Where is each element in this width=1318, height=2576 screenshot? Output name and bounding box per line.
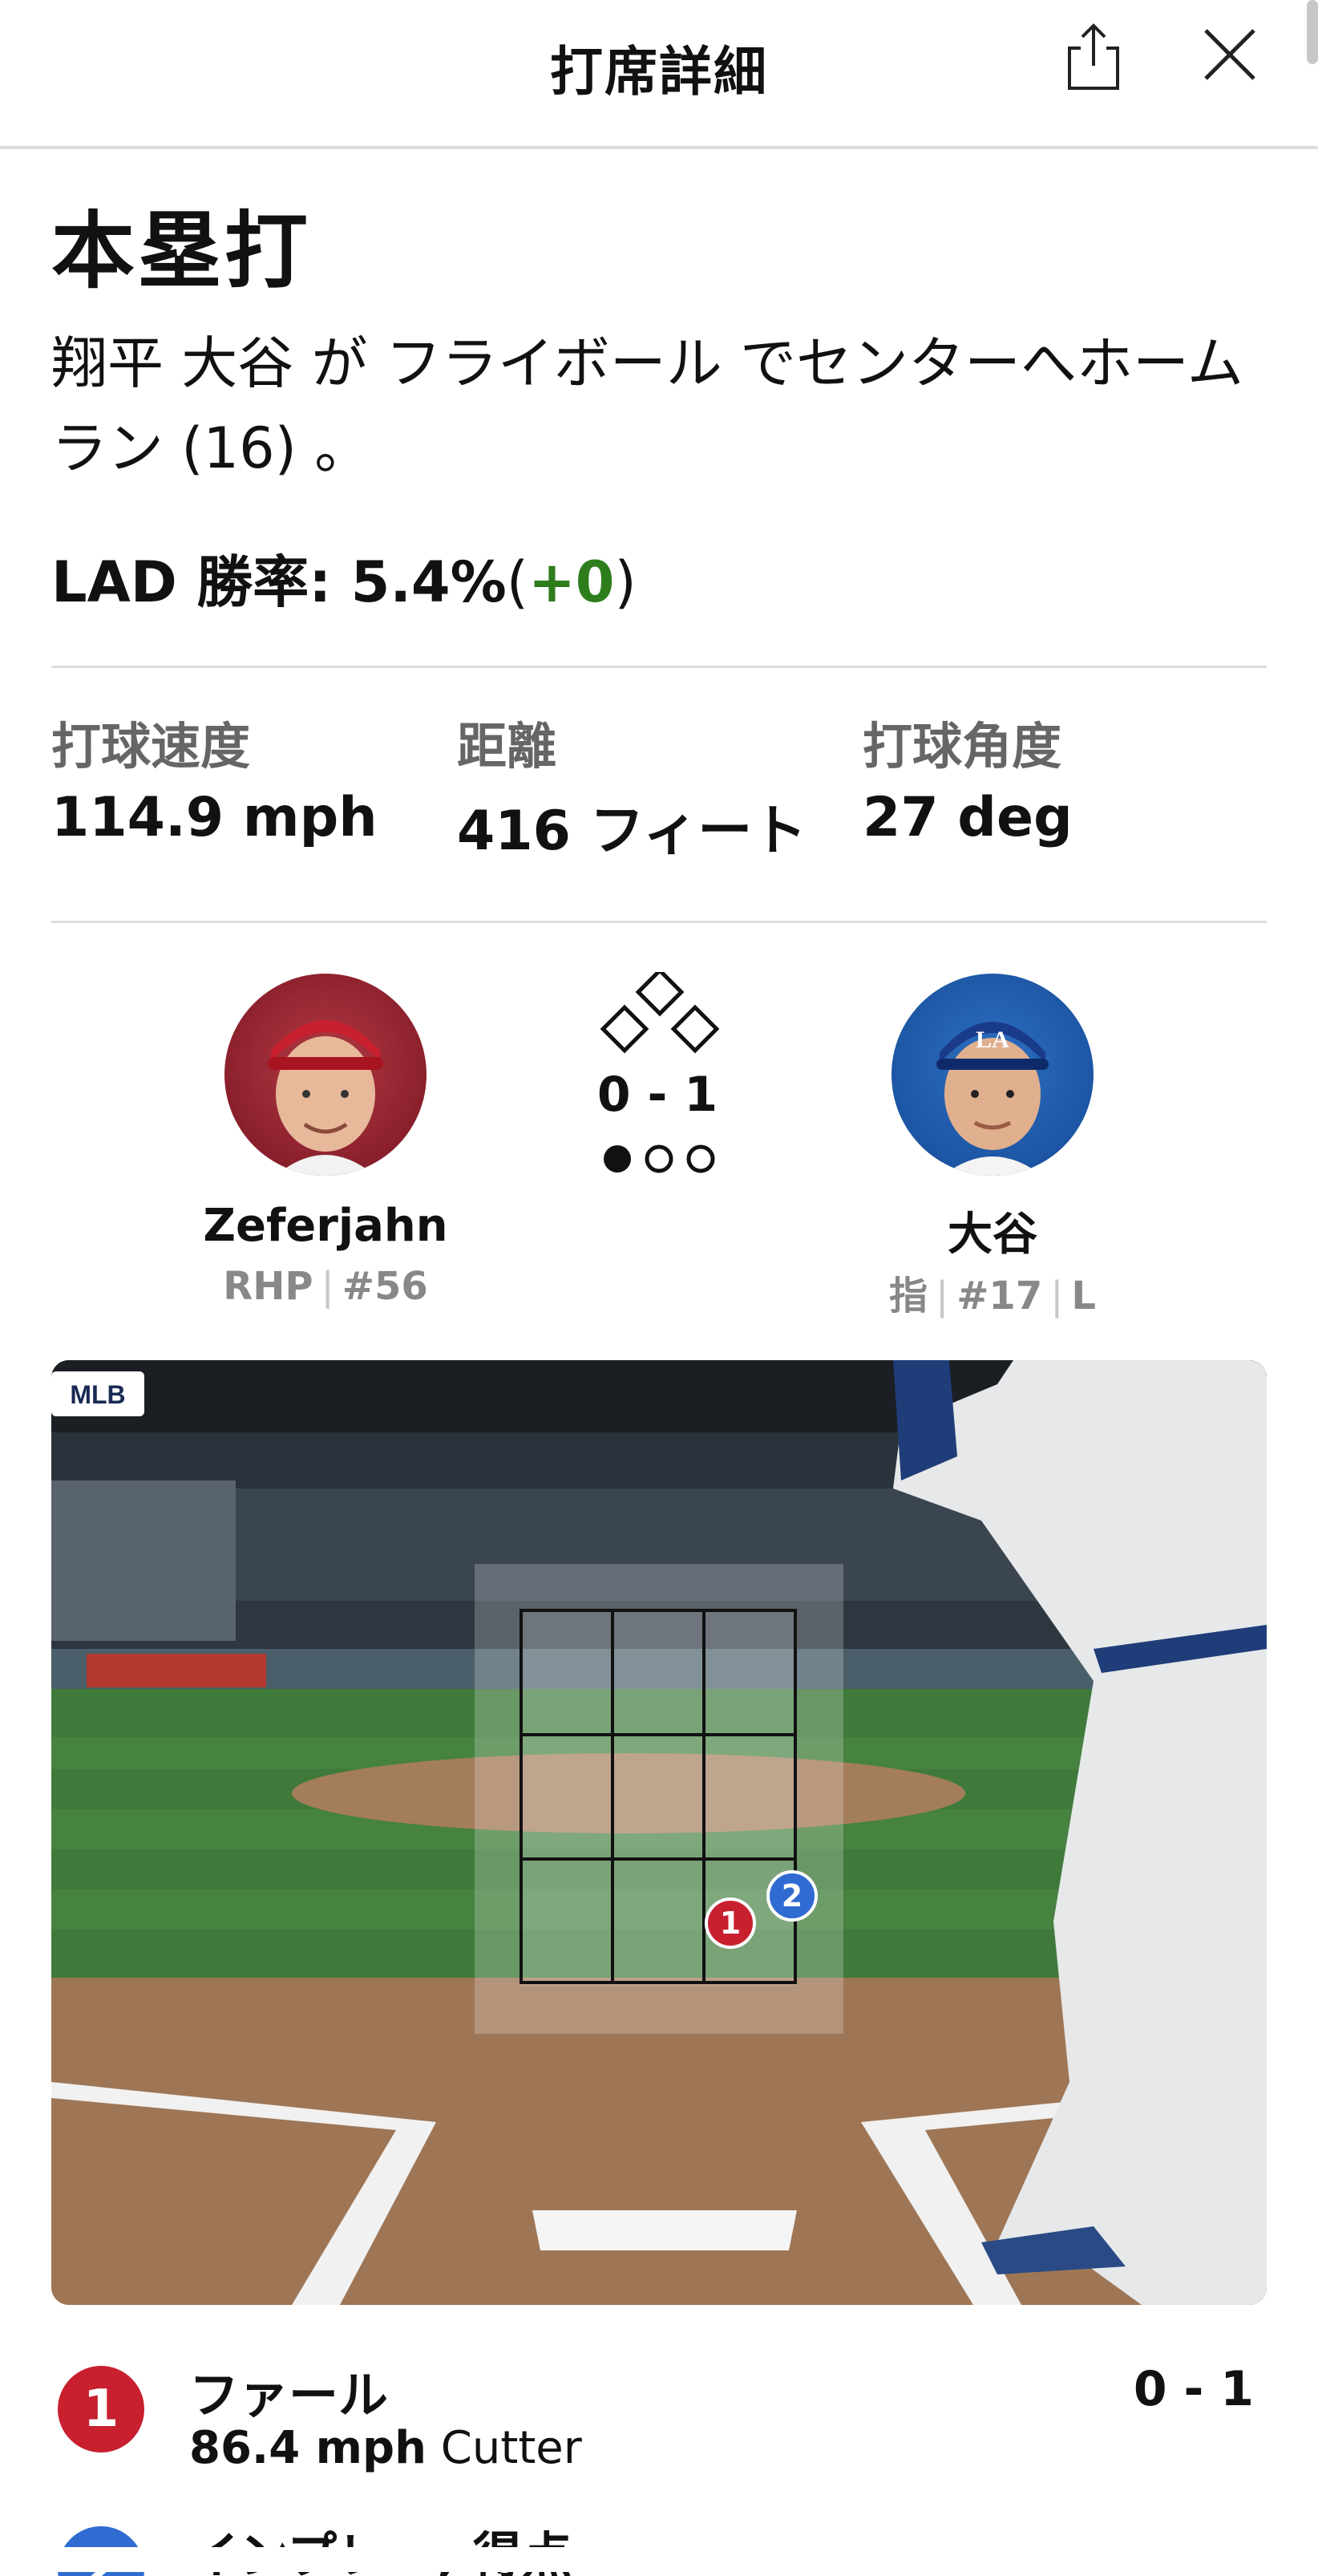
batter-headshot-icon: LA <box>936 1022 1049 1176</box>
pitch-type: Cutter <box>440 2422 582 2474</box>
bottom-safe-area <box>0 2547 1318 2572</box>
scroll-indicator[interactable] <box>1307 0 1318 64</box>
batter-number: #17 <box>956 1274 1043 1318</box>
share-button[interactable] <box>1060 21 1127 93</box>
pitcher-meta: RHP | #56 <box>173 1264 478 1309</box>
svg-text:LA: LA <box>976 1027 1009 1053</box>
win-prob-paren-close: ) <box>614 549 637 615</box>
pitch-list-item[interactable]: 1 ファール 86.4 mph Cutter 0 - 1 <box>51 2355 1267 2491</box>
distance-value: 416 フィート <box>457 800 807 863</box>
share-icon <box>1068 23 1119 90</box>
close-icon <box>1204 29 1255 80</box>
batter-avatar[interactable]: LA <box>891 974 1094 1176</box>
pitcher-avatar[interactable] <box>224 974 427 1176</box>
batter-meta: 指 | #17 | L <box>840 1264 1145 1320</box>
pitch-count: 0 - 1 <box>1133 2361 1254 2417</box>
svg-text:MLB: MLB <box>70 1380 125 1409</box>
launch-angle-label: 打球角度 <box>863 717 1062 776</box>
pitch-number-badge: 1 <box>58 2366 144 2452</box>
meta-separator: | <box>936 1274 949 1318</box>
win-probability-label: LAD 勝率: 5.4% <box>51 549 507 615</box>
header: 打席詳細 <box>0 0 1318 149</box>
batter-bats: L <box>1071 1274 1096 1318</box>
divider <box>51 921 1267 923</box>
pitch-marker-number: 1 <box>719 1906 742 1941</box>
meta-separator: | <box>1050 1274 1064 1318</box>
pitch-result: ファール <box>189 2366 389 2424</box>
pitcher-hand: RHP <box>223 1264 313 1309</box>
pitcher-headshot-icon <box>268 1020 383 1176</box>
pitch-speed: 86.4 mph <box>189 2422 427 2474</box>
win-probability: LAD 勝率: 5.4%(+0) <box>51 537 637 618</box>
pitcher-name[interactable]: Zeferjahn <box>189 1200 462 1252</box>
play-result-title: 本塁打 <box>51 202 312 300</box>
bases-diamond-icon <box>600 972 720 1054</box>
pitch-location-view[interactable]: MLB 1 2 <box>51 1360 1267 2305</box>
mlb-logo-icon: MLB <box>51 1371 144 1416</box>
pitcher-number: #56 <box>342 1264 428 1309</box>
meta-separator: | <box>321 1264 334 1309</box>
stadium-scene <box>51 1360 1267 2305</box>
pitch-marker-2[interactable]: 2 <box>766 1870 818 1922</box>
launch-angle-value: 27 deg <box>863 786 1073 849</box>
batter-position: 指 <box>889 1274 928 1318</box>
close-button[interactable] <box>1199 24 1260 85</box>
pitch-marker-number: 2 <box>781 1878 803 1914</box>
win-prob-delta: +0 <box>528 549 615 615</box>
exit-velocity-value: 114.9 mph <box>51 786 378 849</box>
outs-indicator-icon <box>604 1144 715 1173</box>
exit-velocity-label: 打球速度 <box>51 717 251 776</box>
pitch-speed-type: 86.4 mph Cutter <box>189 2422 582 2474</box>
play-description: 翔平 大谷 が フライボール でセンターへホームラン (16) 。 <box>51 330 1243 481</box>
ball-strike-count: 0 - 1 <box>596 1067 718 1123</box>
win-prob-paren-open: ( <box>506 549 529 615</box>
batter-name[interactable]: 大谷 <box>856 1198 1129 1263</box>
pitch-marker-1[interactable]: 1 <box>705 1898 756 1949</box>
distance-label: 距離 <box>457 717 557 776</box>
divider <box>51 666 1267 668</box>
